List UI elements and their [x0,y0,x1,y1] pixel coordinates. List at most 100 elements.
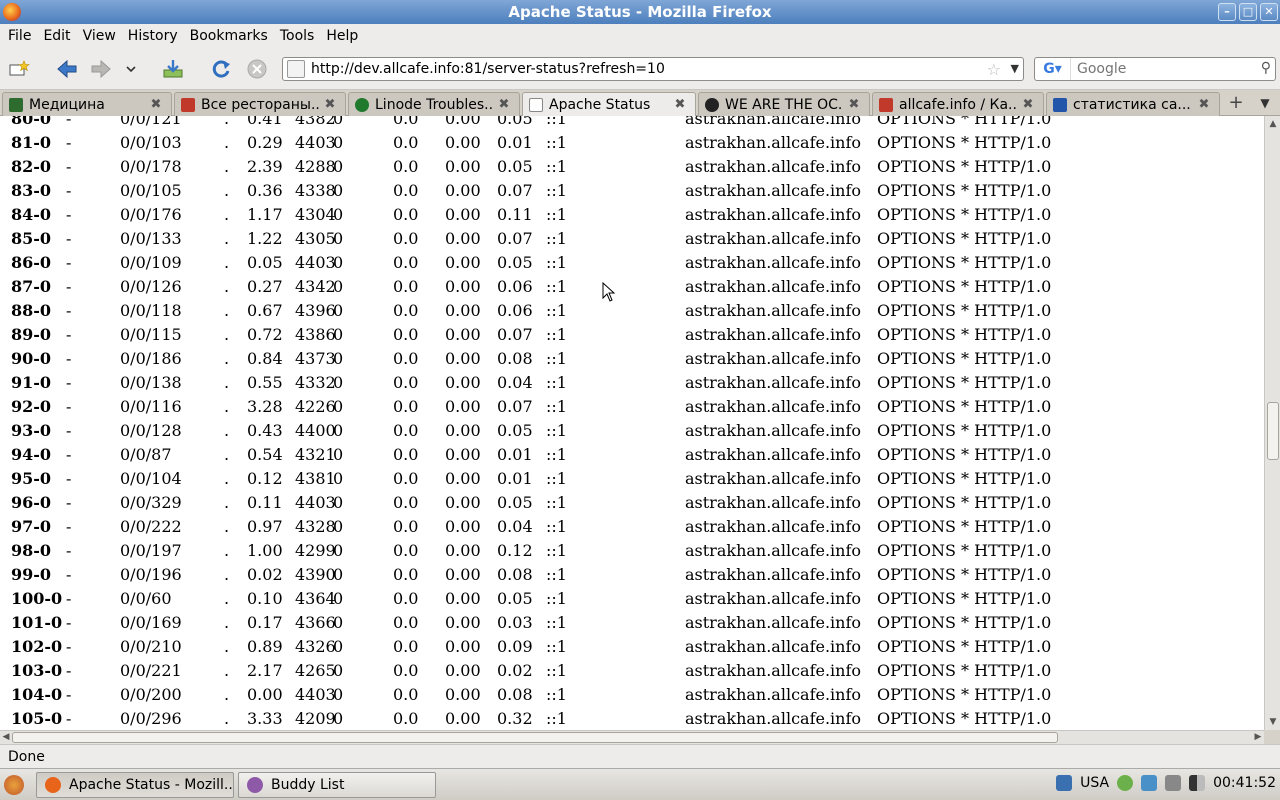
cell-client: ::1 [546,541,567,560]
network-icon[interactable] [1117,775,1134,791]
ubuntu-menu-icon[interactable] [4,775,24,795]
maximize-button[interactable]: □ [1239,3,1257,21]
dropbox-icon[interactable] [1141,775,1158,791]
bookmark-toolbar-icon[interactable] [6,56,32,82]
tab-linode[interactable]: Linode Troubles... ✖ [348,92,520,116]
cell-access-count: 0/0/118 [120,301,182,320]
keyboard-icon[interactable] [1056,775,1073,791]
scroll-left-icon[interactable]: ◀ [0,731,12,743]
tab-favicon-icon [529,98,543,112]
cell-client: ::1 [546,685,567,704]
url-bar[interactable]: http://dev.allcafe.info:81/server-status… [282,57,1024,81]
cell-request: OPTIONS * HTTP/1.0 [877,349,1052,368]
horizontal-scroll-thumb[interactable] [12,732,1058,743]
cell-client: ::1 [546,133,567,152]
menu-help[interactable]: Help [320,28,364,44]
bookmark-star-icon[interactable]: ☆ [987,60,1001,79]
cell-cpu: 3.33 [247,709,283,728]
cell-conn-kb: 0.0 [393,325,419,344]
task-buddy-list[interactable]: Buddy List [238,772,436,798]
search-input[interactable] [1071,61,1251,77]
close-tab-icon[interactable]: ✖ [323,97,337,112]
search-bar[interactable]: G▾ ⚲ [1034,57,1276,81]
cell-slot-mb: 0.08 [497,565,533,584]
signal-icon[interactable] [1189,775,1206,791]
menu-file[interactable]: File [2,28,37,44]
tab-restaurants[interactable]: Все рестораны... ✖ [174,92,346,116]
history-dropdown-icon[interactable] [118,56,144,82]
tab-we-are-the-oc[interactable]: WE ARE THE OC... ✖ [698,92,870,116]
cell-conn-kb: 0.0 [393,493,419,512]
cell-child-mb: 0.00 [445,517,481,536]
cell-child-mb: 0.00 [445,637,481,656]
close-window-button[interactable]: ✕ [1260,3,1278,21]
reload-button[interactable] [208,56,234,82]
cell-request: OPTIONS * HTTP/1.0 [877,229,1052,248]
cell-conn-kb: 0.0 [393,229,419,248]
close-tab-icon[interactable]: ✖ [1197,97,1211,112]
close-tab-icon[interactable]: ✖ [497,97,511,112]
cell-pid: - [66,637,72,656]
cell-mode: . [224,205,230,224]
tab-list-dropdown-icon[interactable]: ▼ [1256,96,1274,114]
vertical-scrollbar[interactable]: ▲ ▼ [1264,116,1280,730]
menu-history[interactable]: History [122,28,184,44]
cell-seconds-since: 4226 [295,397,336,416]
minimize-button[interactable]: – [1218,3,1236,21]
cell-client: ::1 [546,565,567,584]
search-magnifier-icon[interactable]: ⚲ [1261,60,1271,76]
clock[interactable]: 00:41:52 [1213,775,1276,791]
table-row: 89-0- 0/0/115. 0.72 4386 0 0.0 0.00 0.07::1 astr… [0,321,1264,345]
cell-request-ms: 0 [333,133,344,152]
scroll-right-icon[interactable]: ▶ [1252,731,1264,743]
url-dropdown-icon[interactable]: ▼ [1011,62,1019,75]
close-tab-icon[interactable]: ✖ [1021,97,1035,112]
cell-client: ::1 [546,301,567,320]
table-row: 88-0- 0/0/118. 0.67 4396 0 0.0 0.00 0.06::1 astr… [0,297,1264,321]
menu-bookmarks[interactable]: Bookmarks [184,28,274,44]
table-row: 102-0- 0/0/210. 0.89 4326 0 0.0 0.00 0.09::1 ast… [0,633,1264,657]
scroll-down-icon[interactable]: ▼ [1267,716,1279,728]
site-identity-icon[interactable] [287,60,305,78]
stop-button[interactable] [244,56,270,82]
taskbar: Apache Status - Mozill... Buddy List USA… [0,768,1280,800]
cell-seconds-since: 4304 [295,205,336,224]
table-row: 105-0- 0/0/296. 3.33 4209 0 0.0 0.00 0.32::1 ast… [0,705,1264,729]
cell-pid: - [66,301,72,320]
close-tab-icon[interactable]: ✖ [847,97,861,112]
close-tab-icon[interactable]: ✖ [673,98,687,112]
tab-apache-status[interactable]: Apache Status ✖ [522,92,696,117]
cell-pid: - [66,517,72,536]
cell-request-ms: 0 [333,541,344,560]
cell-request: OPTIONS * HTTP/1.0 [877,301,1052,320]
new-tab-button[interactable]: + [1226,94,1246,114]
scroll-up-icon[interactable]: ▲ [1267,118,1279,130]
forward-button[interactable] [88,56,114,82]
cell-access-count: 0/0/186 [120,349,182,368]
cell-access-count: 0/0/210 [120,637,182,656]
url-text[interactable]: http://dev.allcafe.info:81/server-status… [311,61,665,77]
back-button[interactable] [54,56,80,82]
horizontal-scrollbar[interactable]: ◀ ▶ [0,730,1264,744]
download-icon[interactable] [160,56,186,82]
task-firefox[interactable]: Apache Status - Mozill... [36,772,234,798]
cell-slot-mb: 0.05 [497,253,533,272]
cell-request-ms: 0 [333,613,344,632]
status-text: Done [8,748,45,765]
google-engine-icon[interactable]: G▾ [1035,58,1071,80]
menu-tools[interactable]: Tools [274,28,321,44]
cell-conn-kb: 0.0 [393,541,419,560]
menu-edit[interactable]: Edit [37,28,76,44]
vertical-scroll-thumb[interactable] [1267,402,1279,460]
tab-allcafe[interactable]: allcafe.info / Ка... ✖ [872,92,1044,116]
volume-icon[interactable] [1165,775,1182,791]
close-tab-icon[interactable]: ✖ [149,97,163,112]
cell-pid: - [66,253,72,272]
cell-request: OPTIONS * HTTP/1.0 [877,469,1052,488]
keyboard-layout[interactable]: USA [1080,775,1109,791]
cell-seconds-since: 4373 [295,349,336,368]
cell-client: ::1 [546,589,567,608]
menu-view[interactable]: View [77,28,122,44]
tab-medicina[interactable]: Медицина ✖ [2,92,172,116]
tab-statistika[interactable]: статистика са... ✖ [1046,92,1220,116]
